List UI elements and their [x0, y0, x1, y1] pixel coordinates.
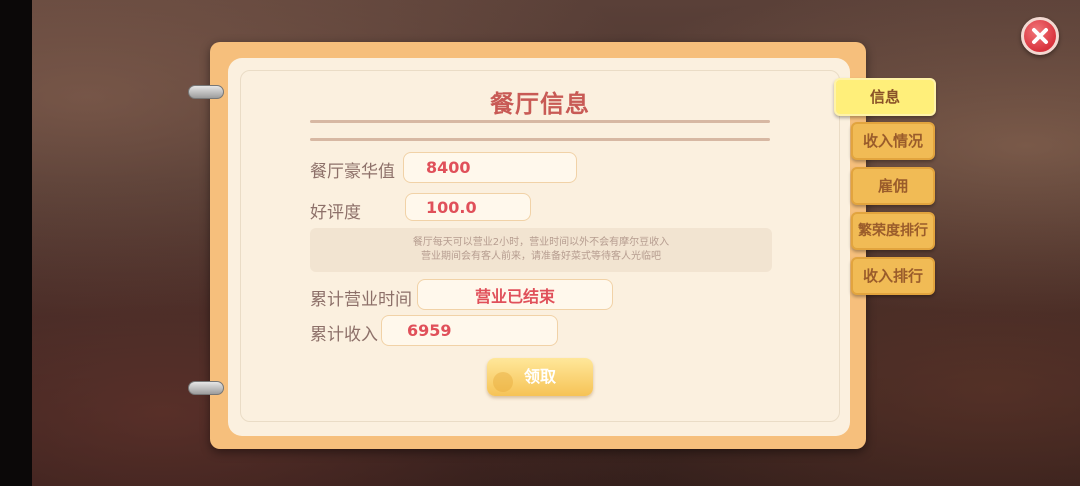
notice-line: 营业期间会有客人前来，请准备好菜式等待客人光临吧 [421, 251, 661, 262]
close-icon [1032, 28, 1048, 44]
title-divider [310, 138, 770, 141]
income-label: 累计收入 [310, 325, 378, 345]
title-divider [310, 120, 770, 123]
business-time-label: 累计营业时间 [310, 290, 412, 310]
tab-income-ranking[interactable]: 收入排行 [851, 257, 935, 295]
luxury-label: 餐厅豪华值 [310, 162, 395, 182]
income-value: 6959 [381, 315, 558, 346]
tab-info[interactable]: 信息 [834, 78, 936, 116]
claim-button-label: 领取 [523, 367, 556, 386]
coin-icon [493, 372, 513, 392]
tab-hire[interactable]: 雇佣 [851, 167, 935, 205]
luxury-value: 8400 [403, 152, 577, 183]
tab-income-status[interactable]: 收入情况 [851, 122, 935, 160]
rating-value: 100.0 [405, 193, 531, 221]
binder-ring-icon [188, 381, 224, 395]
tab-prosperity-ranking[interactable]: 繁荣度排行 [851, 212, 935, 250]
claim-button[interactable]: 领取 [487, 358, 593, 396]
business-time-value: 营业已结束 [417, 279, 613, 310]
screen-edge [0, 0, 32, 486]
rating-label: 好评度 [310, 203, 361, 223]
page-title: 餐厅信息 [490, 90, 590, 118]
business-notice: 餐厅每天可以营业2小时，营业时间以外不会有摩尔豆收入 营业期间会有客人前来，请准… [310, 228, 772, 272]
binder-ring-icon [188, 85, 224, 99]
close-button[interactable] [1021, 17, 1059, 55]
notice-line: 餐厅每天可以营业2小时，营业时间以外不会有摩尔豆收入 [412, 237, 670, 248]
